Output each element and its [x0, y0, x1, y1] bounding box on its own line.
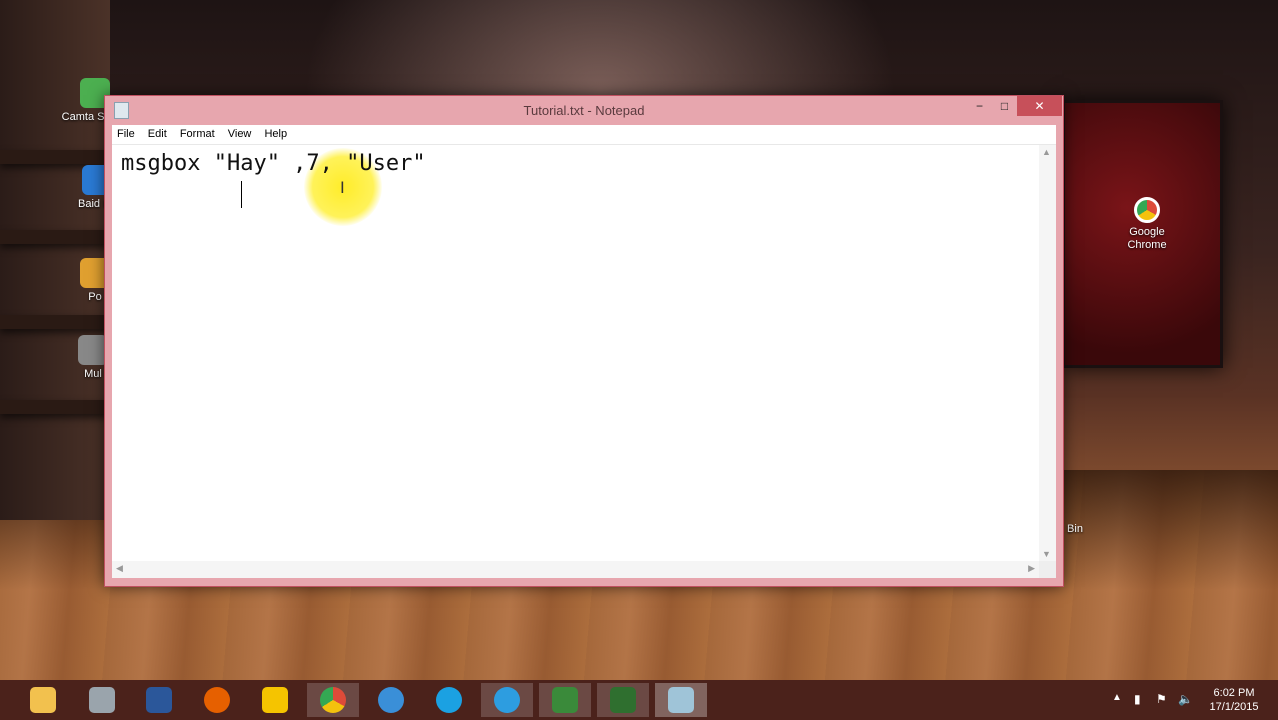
network-globe-icon — [378, 687, 404, 713]
taskbar-internet-explorer[interactable] — [423, 683, 475, 717]
taskbar-clock[interactable]: 6:02 PM 17/1/2015 — [1204, 686, 1264, 714]
shelf — [0, 150, 110, 164]
volume-icon[interactable]: 🔈 — [1178, 692, 1193, 706]
editor-text[interactable]: msgbox "Hay" ,7, "User" — [121, 151, 426, 176]
text-caret — [241, 181, 242, 208]
lightning-app-icon — [494, 687, 520, 713]
scroll-up-icon[interactable]: ▲ — [1042, 147, 1051, 157]
taskbar-notepad[interactable] — [655, 683, 707, 717]
shelf — [0, 230, 110, 244]
notepad-icon — [668, 687, 694, 713]
menu-help[interactable]: Help — [259, 125, 292, 140]
firefox-icon — [204, 687, 230, 713]
taskbar-puzzle-app[interactable] — [249, 683, 301, 717]
ibeam-cursor-icon: I — [340, 178, 345, 197]
file-explorer-icon — [30, 687, 56, 713]
camtasia-recorder-icon — [552, 687, 578, 713]
internet-explorer-icon — [436, 687, 462, 713]
recycle-bin-icon — [1060, 490, 1090, 520]
taskbar-file-explorer[interactable] — [17, 683, 69, 717]
taskbar-word[interactable] — [133, 683, 185, 717]
menu-format[interactable]: Format — [175, 125, 220, 140]
title-bar[interactable]: Tutorial.txt - Notepad − □ ✕ — [105, 96, 1063, 124]
taskbar-camtasia-recorder[interactable] — [539, 683, 591, 717]
menu-edit[interactable]: Edit — [143, 125, 172, 140]
clock-time: 6:02 PM — [1213, 687, 1255, 699]
maximize-button[interactable]: □ — [991, 96, 1018, 116]
shelf — [0, 315, 110, 329]
resize-grip-icon[interactable] — [1039, 561, 1056, 578]
desktop-icon-label: Google Chrome — [1127, 226, 1167, 251]
network-signal-icon[interactable]: ▮ — [1134, 692, 1141, 706]
shelf — [0, 400, 110, 414]
desktop-icon-google-chrome[interactable]: Google Chrome — [1112, 197, 1182, 252]
taskbar: ▲ ▮ ⚑ 🔈 6:02 PM 17/1/2015 — [0, 680, 1278, 720]
clock-date: 17/1/2015 — [1209, 701, 1259, 713]
close-button[interactable]: ✕ — [1017, 96, 1062, 116]
chrome-icon — [1134, 197, 1160, 223]
horizontal-scrollbar[interactable]: ◀ ▶ — [112, 561, 1039, 578]
notepad-window[interactable]: Tutorial.txt - Notepad − □ ✕ File Edit F… — [104, 95, 1064, 587]
taskbar-network-globe[interactable] — [365, 683, 417, 717]
taskbar-chrome[interactable] — [307, 683, 359, 717]
vertical-scrollbar[interactable]: ▲ ▼ — [1039, 145, 1056, 561]
window-title: Tutorial.txt - Notepad — [523, 103, 645, 118]
chrome-icon — [320, 687, 346, 713]
menu-file[interactable]: File — [112, 125, 140, 140]
scroll-right-icon[interactable]: ▶ — [1028, 563, 1035, 574]
show-hidden-icons-icon[interactable]: ▲ — [1112, 692, 1122, 703]
settings-tool-icon — [89, 687, 115, 713]
scroll-left-icon[interactable]: ◀ — [116, 563, 123, 574]
menu-bar: File Edit Format View Help — [112, 125, 1056, 144]
taskbar-settings-tool[interactable] — [76, 683, 128, 717]
taskbar-firefox[interactable] — [191, 683, 243, 717]
flag-icon[interactable]: ⚑ — [1156, 692, 1167, 706]
taskbar-lightning-app[interactable] — [481, 683, 533, 717]
taskbar-camtasia-studio[interactable] — [597, 683, 649, 717]
word-icon — [146, 687, 172, 713]
scroll-down-icon[interactable]: ▼ — [1042, 549, 1051, 559]
minimize-button[interactable]: − — [966, 96, 993, 116]
text-editor-area[interactable]: msgbox "Hay" ,7, "User" I ▲ ▼ ◀ ▶ — [112, 144, 1056, 578]
camtasia-studio-icon — [610, 687, 636, 713]
menu-view[interactable]: View — [223, 125, 257, 140]
puzzle-app-icon — [262, 687, 288, 713]
